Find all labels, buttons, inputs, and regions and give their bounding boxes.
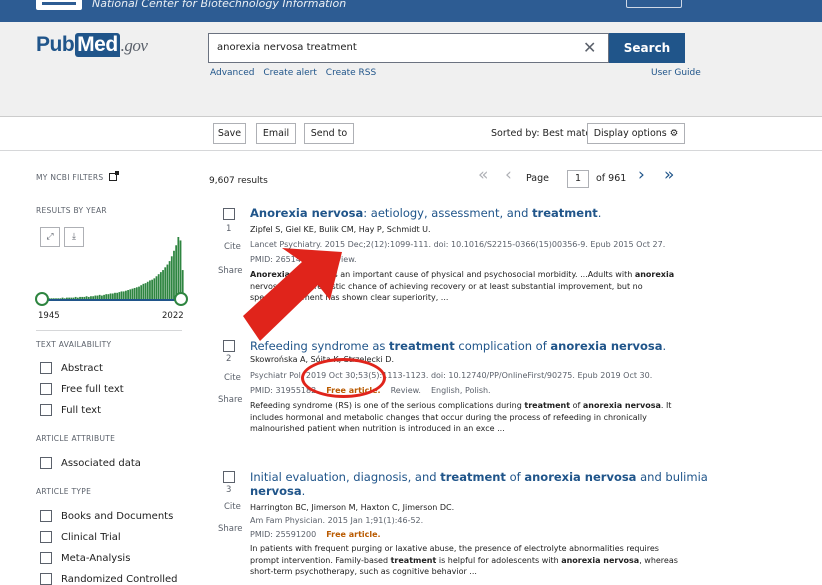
arrow-shape (243, 248, 342, 341)
annotation-circle (301, 358, 386, 398)
annotation-arrow (243, 248, 342, 341)
